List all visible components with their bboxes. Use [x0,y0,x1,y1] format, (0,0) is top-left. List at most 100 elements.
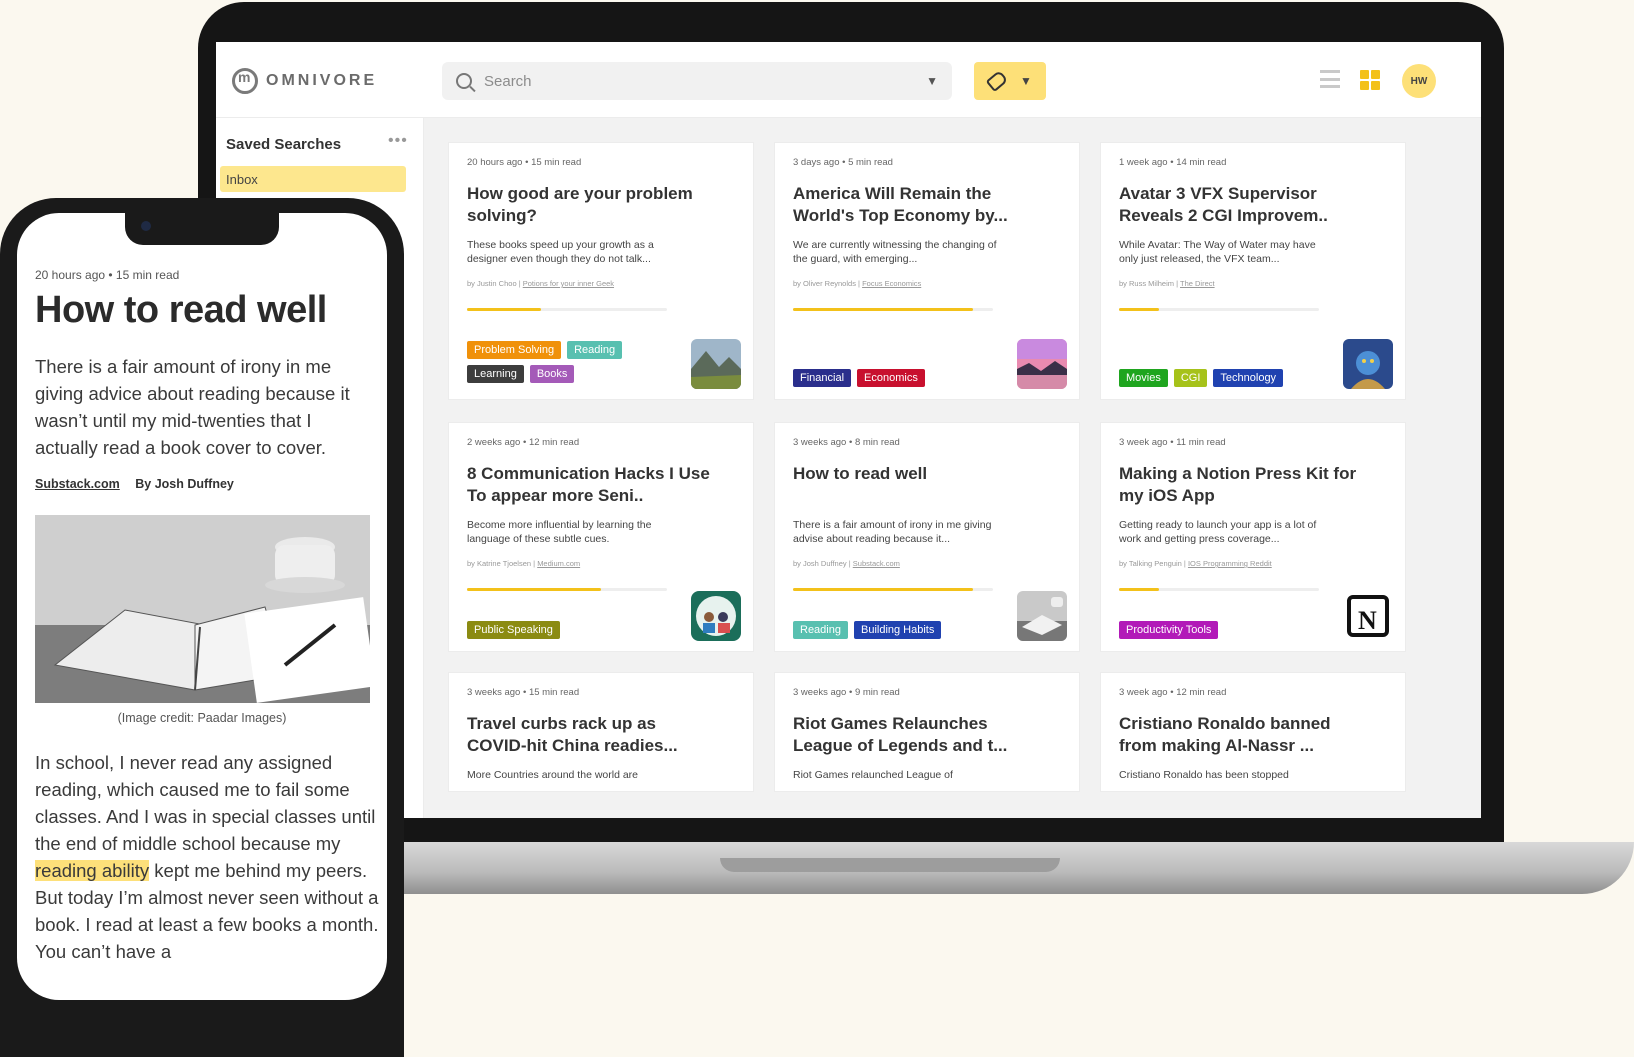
tag-label[interactable]: Technology [1213,369,1284,387]
tag-label[interactable]: Learning [467,365,524,383]
card-source-link[interactable]: Medium.com [537,559,580,568]
avatar-portrait-thumbnail [1343,339,1393,389]
card-description: Riot Games relaunched League of [793,769,953,781]
list-view-icon[interactable] [1320,70,1340,88]
article-card[interactable]: 3 weeks ago • 8 min read How to read well… [774,422,1080,652]
tag-label[interactable]: Movies [1119,369,1168,387]
card-meta: 3 weeks ago • 8 min read [793,437,900,448]
tag-label[interactable]: Economics [857,369,925,387]
card-source-link[interactable]: Focus Economics [862,279,921,288]
card-description: More Countries around the world are [467,769,639,781]
card-title[interactable]: Cristiano Ronaldo banned from making Al-… [1119,713,1369,757]
caret-down-icon: ▼ [1020,74,1032,88]
article-card[interactable]: 3 days ago • 5 min read America Will Rema… [774,142,1080,400]
card-source-link[interactable]: Substack.com [853,559,900,568]
phone-notch [125,213,279,245]
reading-progress-fill [1119,588,1159,591]
card-source: by Oliver Reynolds | Focus Economics [793,279,921,288]
tag-label[interactable]: CGI [1173,369,1208,387]
article-intro: There is a fair amount of irony in me gi… [35,356,350,458]
reading-progress-bar [1119,308,1319,311]
tag-label[interactable]: Reading [567,341,623,359]
card-title[interactable]: 8 Communication Hacks I Use To appear mo… [467,463,717,507]
more-options-icon[interactable]: ••• [388,132,408,150]
card-source-link[interactable]: IOS Programming Reddit [1188,559,1272,568]
card-author: by Oliver Reynolds | [793,279,863,288]
article-card[interactable]: 20 hours ago • 15 min read How good are y… [448,142,754,400]
card-author: by Josh Duffney | [793,559,853,568]
card-tags: Public Speaking [467,621,677,639]
article-meta: 20 hours ago • 15 min read [35,268,180,282]
omnivore-logo[interactable]: OMNIVORE [232,68,377,94]
article-card[interactable]: 3 weeks ago • 15 min read Travel curbs ra… [448,672,754,792]
card-source-link[interactable]: Potions for your inner Geek [523,279,614,288]
avatar[interactable]: HW [1402,64,1436,98]
article-card[interactable]: 1 week ago • 14 min read Avatar 3 VFX Sup… [1100,142,1406,400]
card-title[interactable]: Making a Notion Press Kit for my iOS App [1119,463,1369,507]
tag-label[interactable]: Books [529,365,575,383]
card-title[interactable]: Travel curbs rack up as COVID-hit China … [467,713,717,757]
reading-progress-bar [467,308,667,311]
card-description: Getting ready to launch your app is a lo… [1119,519,1317,545]
svg-text:N: N [1358,606,1377,635]
reading-progress-bar [793,588,993,591]
saved-searches-title: Saved Searches [226,136,342,153]
tag-label[interactable]: Reading [793,621,848,639]
card-title[interactable]: America Will Remain the World's Top Econ… [793,183,1043,227]
tag-label[interactable]: Public Speaking [467,621,560,639]
notion-logo-thumbnail: N [1343,591,1393,641]
card-description: We are currently witnessing the changing… [793,239,997,265]
card-meta: 2 weeks ago • 12 min read [467,437,580,448]
omnivore-logo-icon [232,68,258,94]
card-meta: 20 hours ago • 15 min read [467,157,582,168]
card-source-link[interactable]: The Direct [1180,279,1215,288]
search-input[interactable]: Search ▼ [442,62,952,100]
search-placeholder: Search [484,72,532,90]
reading-progress-bar [793,308,993,311]
card-source: by Josh Duffney | Substack.com [793,559,900,568]
article-card[interactable]: 3 weeks ago • 9 min read Riot Games Relau… [774,672,1080,792]
card-meta: 3 days ago • 5 min read [793,157,893,168]
card-tags: Financial Economics [793,369,1003,387]
card-source: by Russ Milheim | The Direct [1119,279,1215,288]
tag-label[interactable]: Productivity Tools [1119,621,1219,639]
card-tags: Productivity Tools [1119,621,1329,639]
body-text: In school, I never read any assigned rea… [35,752,376,854]
laptop-hinge [720,858,1060,872]
sunset-lake-thumbnail [1017,339,1067,389]
reading-progress-bar [1119,588,1319,591]
tag-icon [985,69,1009,93]
article-card[interactable]: 3 week ago • 12 min read Cristiano Ronald… [1100,672,1406,792]
mountain-landscape-thumbnail [691,339,741,389]
open-book-thumbnail [1017,591,1067,641]
card-tags: Movies CGI Technology [1119,369,1329,387]
card-source: by Justin Choo | Potions for your inner … [467,279,614,288]
reading-progress-fill [467,308,541,311]
card-author: by Justin Choo | [467,279,523,288]
tag-label[interactable]: Financial [793,369,852,387]
tag-label[interactable]: Building Habits [853,621,942,639]
article-card[interactable]: 2 weeks ago • 12 min read 8 Communication… [448,422,754,652]
grid-view-icon[interactable] [1360,70,1380,90]
card-title[interactable]: Avatar 3 VFX Supervisor Reveals 2 CGI Im… [1119,183,1369,227]
reading-progress-fill [1119,308,1159,311]
chevron-down-icon[interactable]: ▼ [926,74,938,88]
card-description: Cristiano Ronaldo has been stopped [1119,769,1289,781]
people-talking-thumbnail [691,591,741,641]
source-link[interactable]: Substack.com [35,477,120,491]
card-meta: 1 week ago • 14 min read [1119,157,1227,168]
tag-label[interactable]: Problem Solving [467,341,562,359]
article-card[interactable]: 3 week ago • 11 min read Making a Notion … [1100,422,1406,652]
author-name: By Josh Duffney [135,477,234,491]
highlighted-text[interactable]: reading ability [35,860,150,881]
label-filter-button[interactable]: ▼ [974,62,1046,100]
card-title[interactable]: Riot Games Relaunches League of Legends … [793,713,1043,757]
card-title[interactable]: How to read well [793,463,1043,485]
card-source: by Talking Penguin | IOS Programming Red… [1119,559,1272,568]
card-description: These books speed up your growth as a de… [467,239,654,265]
card-tags: Problem Solving Reading Learning Books [467,341,677,383]
card-title[interactable]: How good are your problem solving? [467,183,717,227]
article-body: In school, I never read any assigned rea… [35,749,380,965]
reading-progress-fill [793,308,973,311]
sidebar-item-inbox[interactable]: Inbox [220,166,406,192]
